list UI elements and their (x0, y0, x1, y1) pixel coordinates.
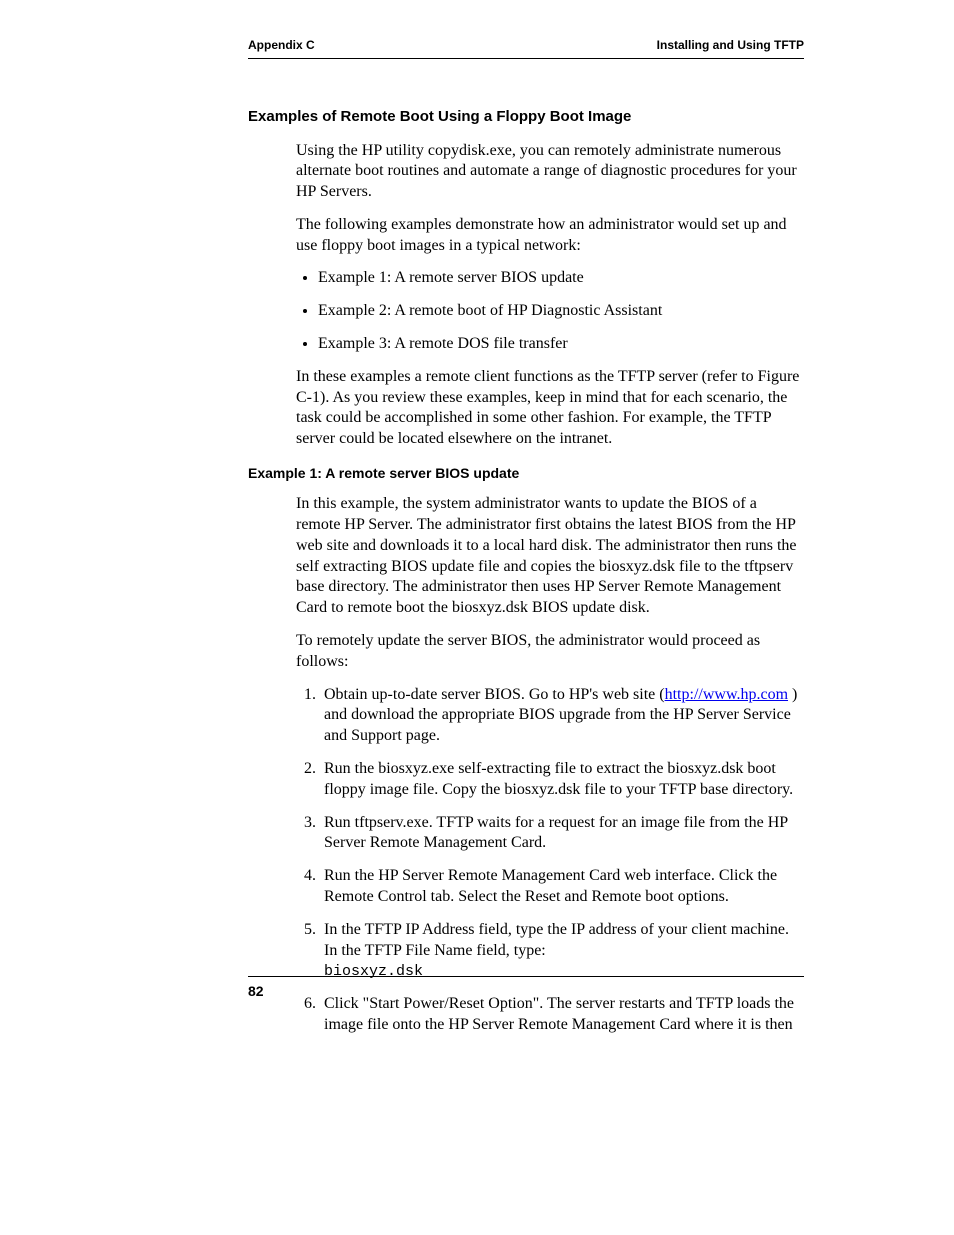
document-page: Appendix C Installing and Using TFTP Exa… (0, 0, 954, 1235)
list-item: In the TFTP IP Address field, type the I… (320, 920, 804, 982)
body-text: Examples of Remote Boot Using a Floppy B… (248, 107, 804, 1036)
procedure-list: Obtain up-to-date server BIOS. Go to HP'… (296, 685, 804, 1036)
paragraph: The following examples demonstrate how a… (296, 215, 804, 257)
list-item: Click "Start Power/Reset Option". The se… (320, 994, 804, 1036)
step-text: Obtain up-to-date server BIOS. Go to HP'… (324, 686, 665, 703)
list-item: Obtain up-to-date server BIOS. Go to HP'… (320, 685, 804, 747)
list-item: Example 2: A remote boot of HP Diagnosti… (318, 301, 804, 322)
list-item: Example 3: A remote DOS file transfer (318, 334, 804, 355)
list-item: Run the HP Server Remote Management Card… (320, 866, 804, 908)
list-item: Example 1: A remote server BIOS update (318, 268, 804, 289)
paragraph: To remotely update the server BIOS, the … (296, 631, 804, 673)
header-left: Appendix C (248, 38, 315, 52)
hp-link[interactable]: http://www.hp.com (665, 686, 788, 703)
header-right: Installing and Using TFTP (657, 38, 804, 52)
example-list: Example 1: A remote server BIOS update E… (296, 268, 804, 354)
paragraph: Using the HP utility copydisk.exe, you c… (296, 141, 804, 203)
footer-rule (248, 976, 804, 977)
paragraph: In this example, the system administrato… (296, 494, 804, 619)
paragraph: In these examples a remote client functi… (296, 367, 804, 450)
page-number: 82 (248, 983, 264, 999)
heading-1: Examples of Remote Boot Using a Floppy B… (248, 107, 804, 127)
running-header: Appendix C Installing and Using TFTP (248, 38, 804, 59)
step-text: In the TFTP IP Address field, type the I… (324, 921, 789, 959)
heading-2: Example 1: A remote server BIOS update (248, 464, 804, 482)
list-item: Run the biosxyz.exe self-extracting file… (320, 759, 804, 801)
list-item: Run tftpserv.exe. TFTP waits for a reque… (320, 813, 804, 855)
code-text: biosxyz.dsk (324, 963, 423, 980)
